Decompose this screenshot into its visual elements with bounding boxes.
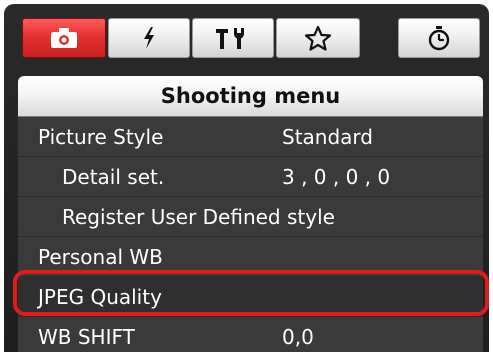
menu-item-label: Picture Style (38, 125, 164, 149)
menu-item-label: JPEG Quality (38, 285, 162, 309)
tab-shooting[interactable] (22, 18, 106, 58)
menu-item-label: Personal WB (38, 245, 163, 269)
menu-item-jpeg-quality[interactable]: JPEG Quality (18, 277, 483, 317)
menu-item-value: Standard (282, 125, 373, 149)
menu-item-picture-style[interactable]: Picture Style Standard (18, 117, 483, 157)
camera-icon (49, 27, 79, 49)
menu-item-detail-set[interactable]: Detail set. 3 , 0 , 0 , 0 (18, 157, 483, 197)
star-icon (304, 25, 332, 51)
tab-timer[interactable] (398, 18, 480, 58)
tab-flash[interactable] (108, 18, 190, 58)
menu-item-label: WB SHIFT (38, 325, 135, 349)
menu-item-label: Register User Defined style (62, 205, 335, 229)
menu-item-label: Detail set. (62, 165, 165, 189)
menu-item-personal-wb[interactable]: Personal WB (18, 237, 483, 277)
flash-icon (141, 26, 157, 50)
menu-item-register-user-defined-style[interactable]: Register User Defined style (18, 197, 483, 237)
camera-settings-window: Shooting menu Picture Style Standard Det… (4, 4, 489, 352)
menu-title: Shooting menu (18, 76, 483, 117)
timer-icon (426, 25, 452, 51)
menu-item-value: 0,0 (282, 325, 314, 349)
tab-tools[interactable] (192, 18, 274, 58)
tools-icon (213, 25, 253, 51)
tab-my-menu[interactable] (276, 18, 360, 58)
menu-item-wb-shift[interactable]: WB SHIFT 0,0 (18, 317, 483, 352)
menu-item-value: 3 , 0 , 0 , 0 (282, 165, 391, 189)
shooting-menu-panel: Shooting menu Picture Style Standard Det… (18, 76, 483, 352)
